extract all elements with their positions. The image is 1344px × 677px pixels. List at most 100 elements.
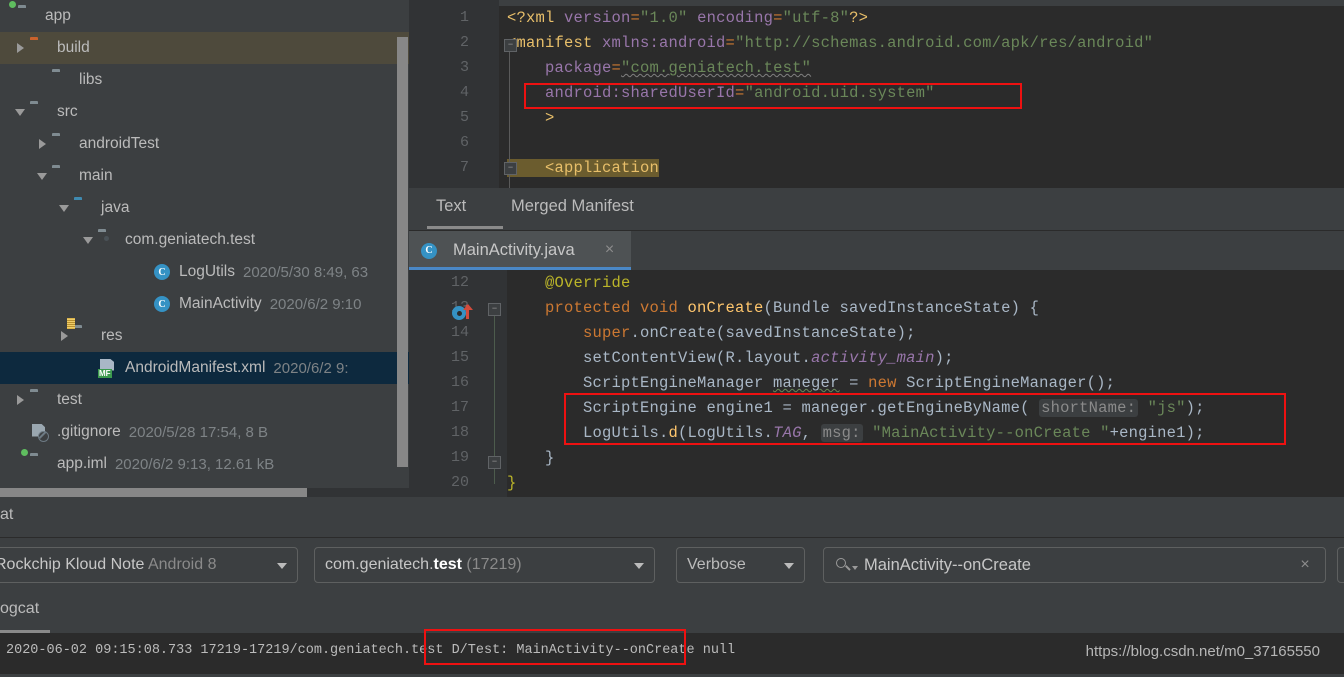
clear-search-icon[interactable]: × <box>1297 557 1313 573</box>
tree-row[interactable]: main <box>0 160 409 192</box>
code-token: "js" <box>1147 399 1186 417</box>
tree-row[interactable]: test <box>0 384 409 416</box>
logcat-tabstrip[interactable]: at <box>0 497 1344 538</box>
tab-merged-manifest[interactable]: Merged Manifest <box>511 197 634 216</box>
expand-arrow-icon[interactable] <box>36 137 50 151</box>
code-token: = <box>839 374 869 392</box>
tree-row[interactable]: build <box>0 32 409 64</box>
code-line[interactable]: package="com.geniatech.test" <box>507 59 811 77</box>
logcat-tool-tab[interactable]: at <box>0 506 13 524</box>
expand-arrow-icon[interactable] <box>58 329 72 343</box>
code-line[interactable]: > <box>507 109 555 127</box>
java-fold-marker-end[interactable]: − <box>488 456 501 469</box>
process-selector[interactable]: com.geniatech.test (17219) <box>314 547 655 583</box>
gitignore-file-icon <box>30 423 50 442</box>
xml-fold-marker-application[interactable]: − <box>504 162 517 175</box>
java-code-area[interactable]: @Override protected void onCreate(Bundle… <box>507 270 1344 497</box>
java-class-icon: C <box>152 263 172 281</box>
code-token: ScriptEngineManager(); <box>896 374 1116 392</box>
collapse-arrow-icon[interactable] <box>82 233 96 247</box>
code-line[interactable]: protected void onCreate(Bundle savedInst… <box>507 299 1039 317</box>
search-icon <box>836 558 850 572</box>
chevron-down-icon[interactable] <box>784 563 794 569</box>
collapse-arrow-icon[interactable] <box>14 105 28 119</box>
tree-row[interactable]: app <box>0 0 409 32</box>
line-number: 7 <box>459 159 469 176</box>
chevron-down-icon[interactable] <box>277 563 287 569</box>
collapse-arrow-icon[interactable] <box>58 201 72 215</box>
tree-item-label: app <box>45 7 71 24</box>
log-level-selector[interactable]: Verbose <box>676 547 805 583</box>
tree-row[interactable]: com.geniatech.test <box>0 224 409 256</box>
tree-row[interactable]: libs <box>0 64 409 96</box>
tree-row[interactable]: java <box>0 192 409 224</box>
tree-row[interactable]: res <box>0 318 409 352</box>
tree-row[interactable]: androidTest <box>0 128 409 160</box>
tree-item-label: app.iml <box>57 455 107 472</box>
logcat-panel-tab[interactable]: ogcat <box>0 600 39 618</box>
tree-row[interactable]: app.iml 2020/6/2 9:13, 12.61 kB <box>0 448 409 480</box>
code-line[interactable]: super.onCreate(savedInstanceState); <box>507 324 916 342</box>
xml-fold-column[interactable] <box>477 0 499 188</box>
process-package-prefix: com.geniatech. <box>325 556 434 573</box>
tree-item-label: res <box>101 327 123 344</box>
logcat-extra-button[interactable] <box>1337 547 1344 583</box>
code-token: (Bundle savedInstanceState) { <box>763 299 1040 317</box>
folder-icon <box>52 136 72 152</box>
tree-row[interactable]: C MainActivity 2020/6/2 9:10 <box>0 288 409 320</box>
java-code-editor[interactable]: 121314151617181920 − − @Override protect… <box>409 270 1344 497</box>
log-level-label: Verbose <box>687 556 746 573</box>
code-line[interactable]: <application <box>507 159 660 177</box>
line-number: 1 <box>459 9 469 26</box>
code-token: ScriptEngineManager <box>507 374 774 392</box>
expand-arrow-icon[interactable] <box>14 393 28 407</box>
code-line[interactable]: } <box>507 449 555 467</box>
expand-arrow-icon[interactable] <box>14 41 28 55</box>
logcat-output-area[interactable]: 2020-06-02 09:15:08.733 17219-17219/com.… <box>0 629 1344 674</box>
xml-fold-marker-manifest[interactable]: − <box>504 39 517 52</box>
line-number: 20 <box>450 474 469 491</box>
code-line[interactable]: android:sharedUserId="android.uid.system… <box>507 84 935 102</box>
tree-row[interactable]: C LogUtils 2020/5/30 8:49, 63 <box>0 256 409 288</box>
code-line[interactable]: <?xml version="1.0" encoding="utf-8"?> <box>507 9 868 27</box>
project-tree-panel[interactable]: app build libs src androidTest main java com.ge… <box>0 0 409 497</box>
code-token: +engine1); <box>1109 424 1205 442</box>
code-line[interactable]: ScriptEngine engine1 = maneger.getEngine… <box>507 399 1205 417</box>
tree-item-label: src <box>57 103 78 120</box>
editor-tab-bar[interactable]: C MainActivity.java × <box>409 231 1344 270</box>
chevron-down-icon[interactable] <box>634 563 644 569</box>
code-line[interactable]: setContentView(R.layout.activity_main); <box>507 349 954 367</box>
tree-item-label: LogUtils <box>179 263 235 280</box>
excluded-folder-icon <box>30 40 50 56</box>
project-tree-vertical-scrollbar[interactable] <box>397 37 408 467</box>
tree-row[interactable]: MF AndroidManifest.xml 2020/6/2 9: <box>0 352 409 384</box>
tab-text[interactable]: Text <box>436 197 466 216</box>
code-line[interactable]: @Override <box>507 274 631 292</box>
search-input-value[interactable]: MainActivity--onCreate <box>864 556 1031 575</box>
editor-tab-mainactivity[interactable]: C MainActivity.java × <box>409 231 631 270</box>
line-number: 19 <box>450 449 469 466</box>
xml-code-area[interactable]: <?xml version="1.0" encoding="utf-8"?> <m… <box>499 0 1344 188</box>
tree-item-meta: 2020/5/28 17:54, 8 B <box>128 423 269 441</box>
close-icon[interactable]: × <box>602 242 617 258</box>
collapse-arrow-icon[interactable] <box>36 169 50 183</box>
tree-row[interactable]: src <box>0 96 409 128</box>
tree-row[interactable]: .gitignore 2020/5/28 17:54, 8 B <box>0 416 409 448</box>
java-fold-marker-oncreate[interactable]: − <box>488 303 501 316</box>
code-line[interactable]: ScriptEngineManager maneger = new Script… <box>507 374 1115 392</box>
override-method-gutter-icon[interactable] <box>462 304 473 319</box>
project-tree-horizontal-scrollbar[interactable] <box>0 488 307 497</box>
manifest-xml-editor[interactable]: 1234567 <?xml version="1.0" encoding="ut… <box>409 0 1344 188</box>
device-selector[interactable]: Rockchip Kloud Note Android 8 <box>0 547 298 583</box>
xml-gutter[interactable]: 1 2 3 4 5 6 7 <box>409 0 477 188</box>
manifest-view-tabs[interactable]: Text Merged Manifest <box>409 188 1344 231</box>
search-options-chevron-icon[interactable] <box>852 566 858 570</box>
logcat-toolbar[interactable]: Rockchip Kloud Note Android 8 com.geniat… <box>0 538 1344 593</box>
code-line[interactable]: <manifest xmlns:android="http://schemas.… <box>507 34 1153 52</box>
logcat-search-field[interactable]: MainActivity--onCreate × <box>823 547 1326 583</box>
code-token: ); <box>934 349 954 367</box>
code-line[interactable]: LogUtils.d(LogUtils.TAG, msg: "MainActiv… <box>507 424 1205 442</box>
code-line[interactable]: } <box>507 474 517 492</box>
